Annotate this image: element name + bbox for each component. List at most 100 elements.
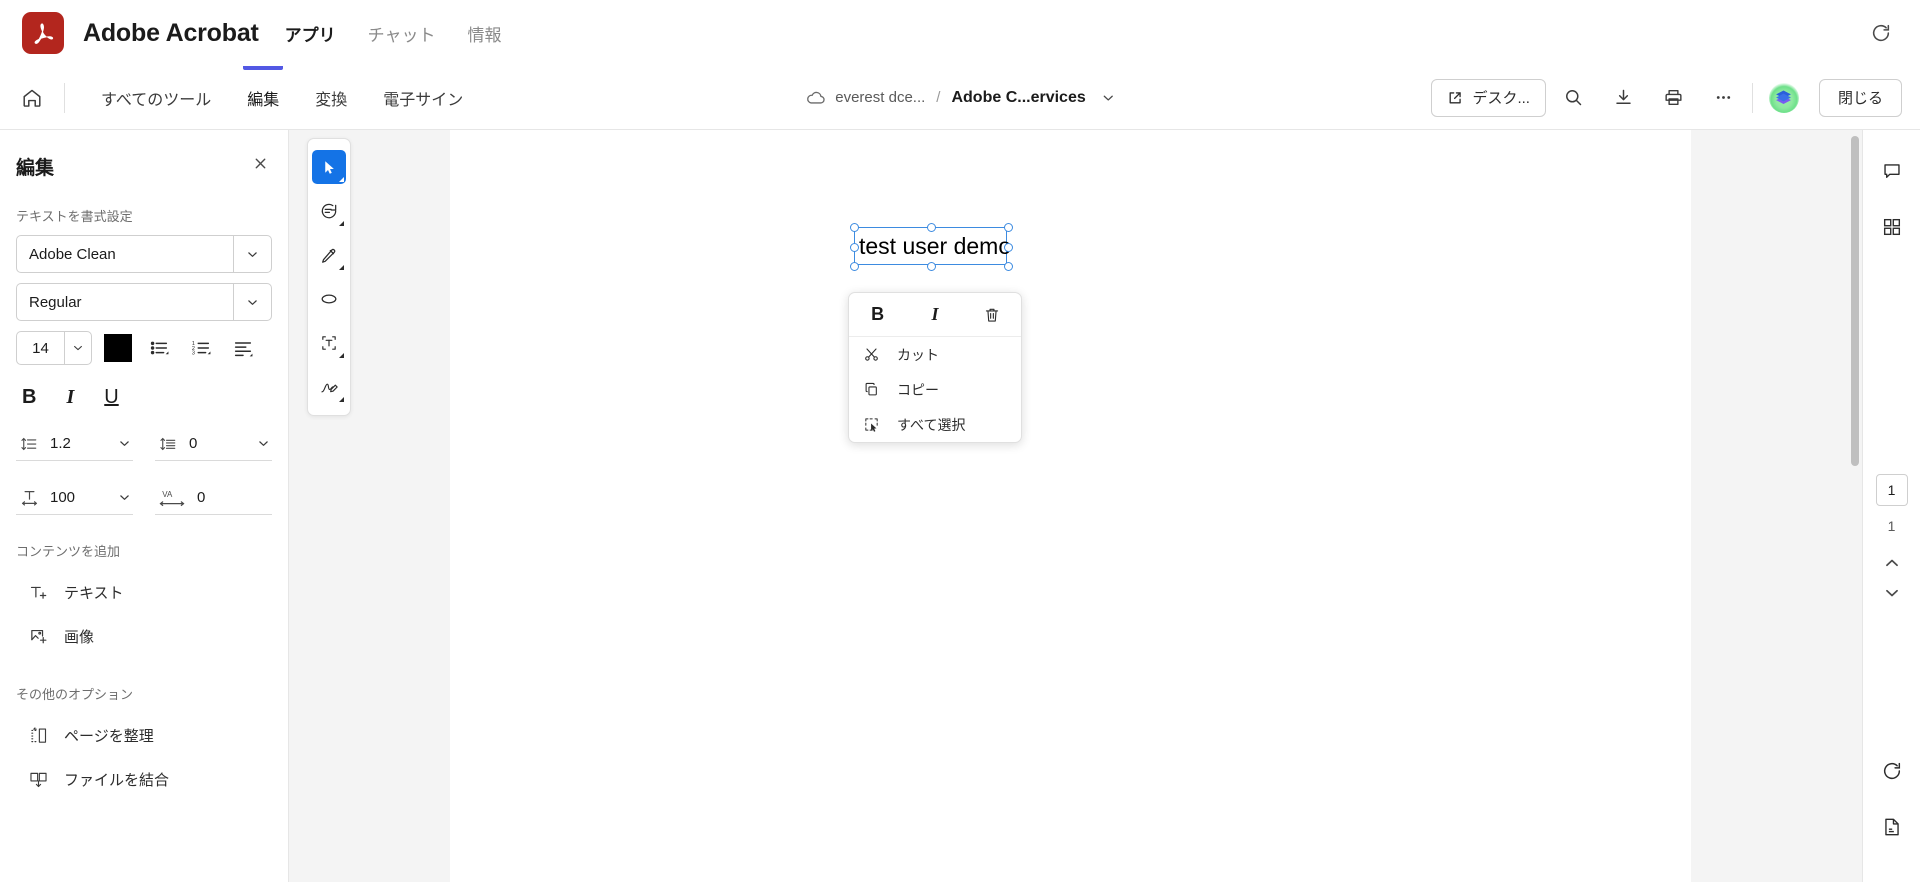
add-textbox-tool[interactable] [312, 326, 346, 360]
open-in-desktop-button[interactable]: デスク... [1431, 78, 1546, 117]
chevron-up-icon[interactable] [1874, 548, 1910, 578]
sidebar-title: 編集 [16, 157, 55, 179]
context-italic-button[interactable]: I [906, 293, 963, 336]
comment-panel-icon[interactable] [1873, 152, 1911, 190]
sidebar-header: 編集 [16, 152, 272, 180]
comment-tool[interactable] [312, 194, 346, 228]
numbered-list-icon[interactable]: 1 2 3 [186, 333, 216, 363]
top-nav-item-chat[interactable]: チャット [368, 21, 436, 46]
scissors-icon [863, 346, 889, 363]
horizontal-scale-value: 100 [50, 489, 76, 506]
font-style-value: Regular [29, 293, 82, 311]
line-spacing-row: 1.2 0 [16, 427, 272, 461]
tool-expand-corner [339, 221, 344, 226]
acrobat-window: Adobe Acrobat アプリ チャット 情報 すべてのツール 編集 変換 … [0, 0, 1920, 882]
resize-handle-se[interactable] [1004, 262, 1013, 271]
chevron-down-icon [118, 491, 133, 504]
sidebar-item-add-image[interactable]: 画像 [16, 614, 272, 658]
context-menu-item-select-all[interactable]: すべて選択 [849, 407, 1021, 442]
trash-icon[interactable] [964, 293, 1021, 336]
resize-handle-w[interactable] [850, 243, 859, 252]
context-menu-style-row: B I [849, 293, 1021, 337]
download-icon[interactable] [1602, 78, 1646, 118]
current-page-input[interactable]: 1 [1875, 474, 1908, 506]
font-size-select[interactable]: 14 [16, 331, 92, 365]
breadcrumb-file-name[interactable]: Adobe C...ervices [951, 89, 1085, 107]
chevron-down-icon[interactable] [1874, 578, 1910, 608]
format-text-label: テキストを書式設定 [16, 209, 133, 224]
select-tool[interactable] [312, 150, 346, 184]
sidebar-item-label: ファイルを結合 [64, 771, 170, 789]
add-image-icon [16, 626, 60, 647]
tab-all-tools[interactable]: すべてのツール [83, 66, 229, 129]
context-menu-item-label: コピー [897, 381, 939, 398]
document-scrollbar[interactable] [1851, 136, 1859, 466]
paragraph-spacing-field[interactable]: 0 [155, 427, 272, 461]
sidebar-item-combine-files[interactable]: ファイルを結合 [16, 757, 272, 801]
avatar[interactable] [1768, 82, 1799, 113]
resize-handle-n[interactable] [927, 223, 936, 232]
line-spacing-field[interactable]: 1.2 [16, 427, 133, 461]
sidebar-item-add-text[interactable]: テキスト [16, 570, 272, 614]
tracking-icon: VA [155, 488, 189, 508]
top-nav-item-apps[interactable]: アプリ [285, 21, 336, 46]
adobe-acrobat-logo [22, 12, 64, 54]
top-nav-item-info[interactable]: 情報 [468, 21, 502, 46]
horizontal-scale-icon [16, 488, 42, 507]
page-thumbnails-icon[interactable] [1873, 208, 1911, 246]
resize-handle-nw[interactable] [850, 223, 859, 232]
font-family-select[interactable]: Adobe Clean [16, 235, 272, 273]
resize-handle-e[interactable] [1004, 243, 1013, 252]
search-icon[interactable] [1552, 78, 1596, 118]
add-text-icon [16, 582, 60, 603]
underline-button[interactable]: U [104, 387, 118, 407]
font-size-row: 14 1 2 3 [16, 331, 272, 365]
highlight-tool[interactable] [312, 238, 346, 272]
sign-tool[interactable] [312, 370, 346, 404]
selected-text-box[interactable]: test user demo [850, 223, 1013, 271]
italic-button[interactable]: I [66, 387, 74, 407]
bulleted-list-icon[interactable] [144, 333, 174, 363]
resize-handle-sw[interactable] [850, 262, 859, 271]
organize-pages-icon [16, 725, 60, 746]
print-icon[interactable] [1652, 78, 1696, 118]
refresh-icon[interactable] [1864, 16, 1898, 50]
tab-edit[interactable]: 編集 [229, 66, 297, 129]
context-menu-item-copy[interactable]: コピー [849, 372, 1021, 407]
toolbar-right-actions: デスク... 閉じる [1431, 78, 1920, 118]
chevron-down-icon [118, 437, 133, 450]
more-horizontal-icon[interactable] [1702, 78, 1746, 118]
rotate-icon[interactable] [1873, 752, 1911, 790]
tab-convert[interactable]: 変換 [297, 66, 365, 129]
horizontal-scale-field[interactable]: 100 [16, 481, 133, 515]
edit-sidebar: 編集 テキストを書式設定 Adobe Clean Regular 14 1 2 … [0, 130, 289, 882]
document-toolbar: すべてのツール 編集 変換 電子サイン everest dce... / Ado… [0, 66, 1920, 130]
sidebar-item-organize-pages[interactable]: ページを整理 [16, 713, 272, 757]
text-color-swatch[interactable] [104, 334, 132, 362]
text-box-value: test user demo [859, 233, 1012, 259]
breadcrumb-separator: / [936, 89, 941, 106]
main-body: 編集 テキストを書式設定 Adobe Clean Regular 14 1 2 … [0, 130, 1920, 882]
home-icon[interactable] [0, 87, 64, 109]
top-nav: アプリ チャット 情報 [285, 21, 502, 46]
resize-handle-ne[interactable] [1004, 223, 1013, 232]
right-rail: 1 1 [1862, 130, 1920, 882]
pdf-page[interactable]: test user demo B I カット コピー すべて選択 [450, 130, 1691, 882]
bold-button[interactable]: B [22, 387, 36, 407]
draw-tool[interactable] [312, 282, 346, 316]
context-menu-item-cut[interactable]: カット [849, 337, 1021, 372]
chevron-down-icon[interactable] [1101, 91, 1115, 105]
document-viewport: test user demo B I カット コピー すべて選択 [289, 130, 1862, 882]
text-align-icon[interactable] [228, 333, 258, 363]
breadcrumb-location[interactable]: everest dce... [835, 89, 925, 106]
export-pdf-icon[interactable] [1873, 808, 1911, 846]
more-options-label: その他のオプション [16, 687, 134, 702]
context-bold-button[interactable]: B [849, 293, 906, 336]
resize-handle-s[interactable] [927, 262, 936, 271]
close-document-button[interactable]: 閉じる [1818, 78, 1902, 117]
line-spacing-value: 1.2 [50, 435, 71, 452]
tab-e-sign[interactable]: 電子サイン [365, 66, 481, 129]
close-icon[interactable] [249, 152, 272, 180]
font-style-select[interactable]: Regular [16, 283, 272, 321]
tracking-field[interactable]: VA 0 [155, 481, 272, 515]
